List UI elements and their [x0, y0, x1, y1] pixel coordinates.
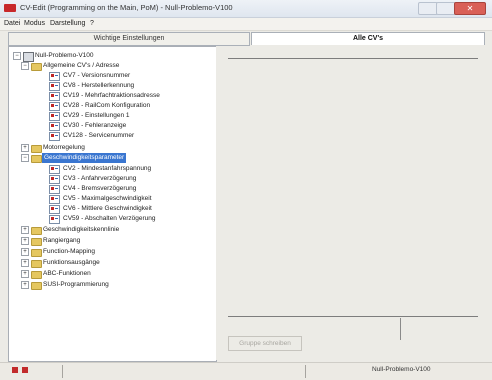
folder-icon	[31, 155, 42, 163]
cv-detail-panel: Gruppe schreiben	[222, 46, 484, 360]
cv-icon	[49, 215, 60, 224]
window-title: CV-Edit (Programming on the Main, PoM) -…	[20, 3, 233, 12]
expand-icon[interactable]: +	[21, 281, 29, 289]
divider-line	[228, 58, 478, 59]
tree-item-label: CV2 - Mindestanfahrspannung	[63, 165, 152, 172]
cv-icon	[49, 132, 60, 141]
tree-item-label: CV59 - Abschalten Verzögerung	[63, 215, 156, 222]
cv-icon	[49, 82, 60, 91]
collapse-icon[interactable]: −	[21, 62, 29, 70]
expand-icon[interactable]: +	[21, 144, 29, 152]
tree-item-label: ABC-Funktionen	[43, 270, 91, 277]
status-separator	[62, 365, 63, 378]
menu-datei[interactable]: Datei	[4, 20, 20, 27]
divider-line	[228, 316, 478, 317]
tab-wichtige-einstellungen[interactable]: Wichtige Einstellungen	[8, 32, 250, 46]
tree-item-label: Function-Mapping	[43, 248, 96, 255]
folder-icon	[31, 271, 42, 279]
cv-icon	[49, 122, 60, 131]
tree-item-label: CV3 - Anfahrverzögerung	[63, 175, 137, 182]
expand-icon[interactable]: +	[21, 237, 29, 245]
cv-icon	[49, 102, 60, 111]
title-bar: CV-Edit (Programming on the Main, PoM) -…	[0, 0, 492, 18]
cv-icon	[49, 195, 60, 204]
tree-item-label: CV8 - Herstellerkennung	[63, 82, 135, 89]
tree-item-label: Rangiergang	[43, 237, 81, 244]
tree-item-label: Allgemeine CV's / Adresse	[43, 62, 120, 69]
folder-icon	[31, 227, 42, 235]
tree-item-label: Motorregelung	[43, 144, 85, 151]
tree-item-label: CV128 - Servicenummer	[63, 132, 135, 139]
folder-icon	[31, 282, 42, 290]
tree-item-label: SUSI-Programmierung	[43, 281, 109, 288]
tree-item-label: CV4 - Bremsverzögerung	[63, 185, 137, 192]
status-decoder-name: Null-Problemo-V100	[372, 366, 431, 373]
status-indicator-icon	[22, 367, 28, 373]
menu-help[interactable]: ?	[90, 20, 94, 27]
cv-icon	[49, 92, 60, 101]
tree-item-label: CV19 - Mehrfachtraktionsadresse	[63, 92, 160, 99]
divider-line	[400, 318, 401, 340]
menu-bar: Datei Modus Darstellung ?	[0, 18, 492, 31]
app-icon	[4, 4, 16, 12]
tree-item-label: Funktionsausgänge	[43, 259, 100, 266]
tree-item-label: Geschwindigkeitsparameter	[42, 153, 127, 163]
tree-root-label: Null-Problemo-V100	[35, 52, 94, 59]
maximize-button[interactable]	[436, 2, 456, 15]
cv-icon	[49, 165, 60, 174]
tab-alle-cvs[interactable]: Alle CV's	[251, 32, 485, 45]
tree-item-label: CV29 - Einstellungen 1	[63, 112, 130, 119]
cv-icon	[49, 205, 60, 214]
collapse-icon[interactable]: −	[13, 52, 21, 60]
folder-icon	[31, 145, 42, 153]
folder-icon	[31, 260, 42, 268]
cv-icon	[49, 112, 60, 121]
expand-icon[interactable]: +	[21, 270, 29, 278]
menu-modus[interactable]: Modus	[24, 20, 45, 27]
folder-icon	[31, 238, 42, 246]
tree-item-label: CV30 - Fehleranzeige	[63, 122, 127, 129]
status-bar: Null-Problemo-V100	[0, 362, 492, 380]
window-controls: ✕	[418, 2, 486, 15]
cv-icon	[49, 72, 60, 81]
decoder-icon	[23, 52, 34, 62]
status-indicator-icon	[12, 367, 18, 373]
minimize-button[interactable]	[418, 2, 438, 15]
folder-icon	[31, 249, 42, 257]
tree-item-label: CV6 - Mittlere Geschwindigkeit	[63, 205, 152, 212]
tree-item-label: Geschwindigkeitskennlinie	[43, 226, 120, 233]
collapse-icon[interactable]: −	[21, 154, 29, 162]
status-separator	[305, 365, 306, 378]
cv-tree[interactable]: − Null-Problemo-V100 − Allgemeine CV's /…	[8, 46, 217, 362]
tree-item-label: CV7 - Versionsnummer	[63, 72, 131, 79]
cv-icon	[49, 185, 60, 194]
expand-icon[interactable]: +	[21, 226, 29, 234]
menu-darstellung[interactable]: Darstellung	[50, 20, 85, 27]
close-button[interactable]: ✕	[454, 2, 486, 15]
expand-icon[interactable]: +	[21, 248, 29, 256]
tree-item-label: CV5 - Maximalgeschwindigkeit	[63, 195, 152, 202]
tree-item-label: CV28 - RailCom Konfiguration	[63, 102, 151, 109]
write-group-button[interactable]: Gruppe schreiben	[228, 336, 302, 351]
cv-icon	[49, 175, 60, 184]
expand-icon[interactable]: +	[21, 259, 29, 267]
folder-icon	[31, 63, 42, 71]
